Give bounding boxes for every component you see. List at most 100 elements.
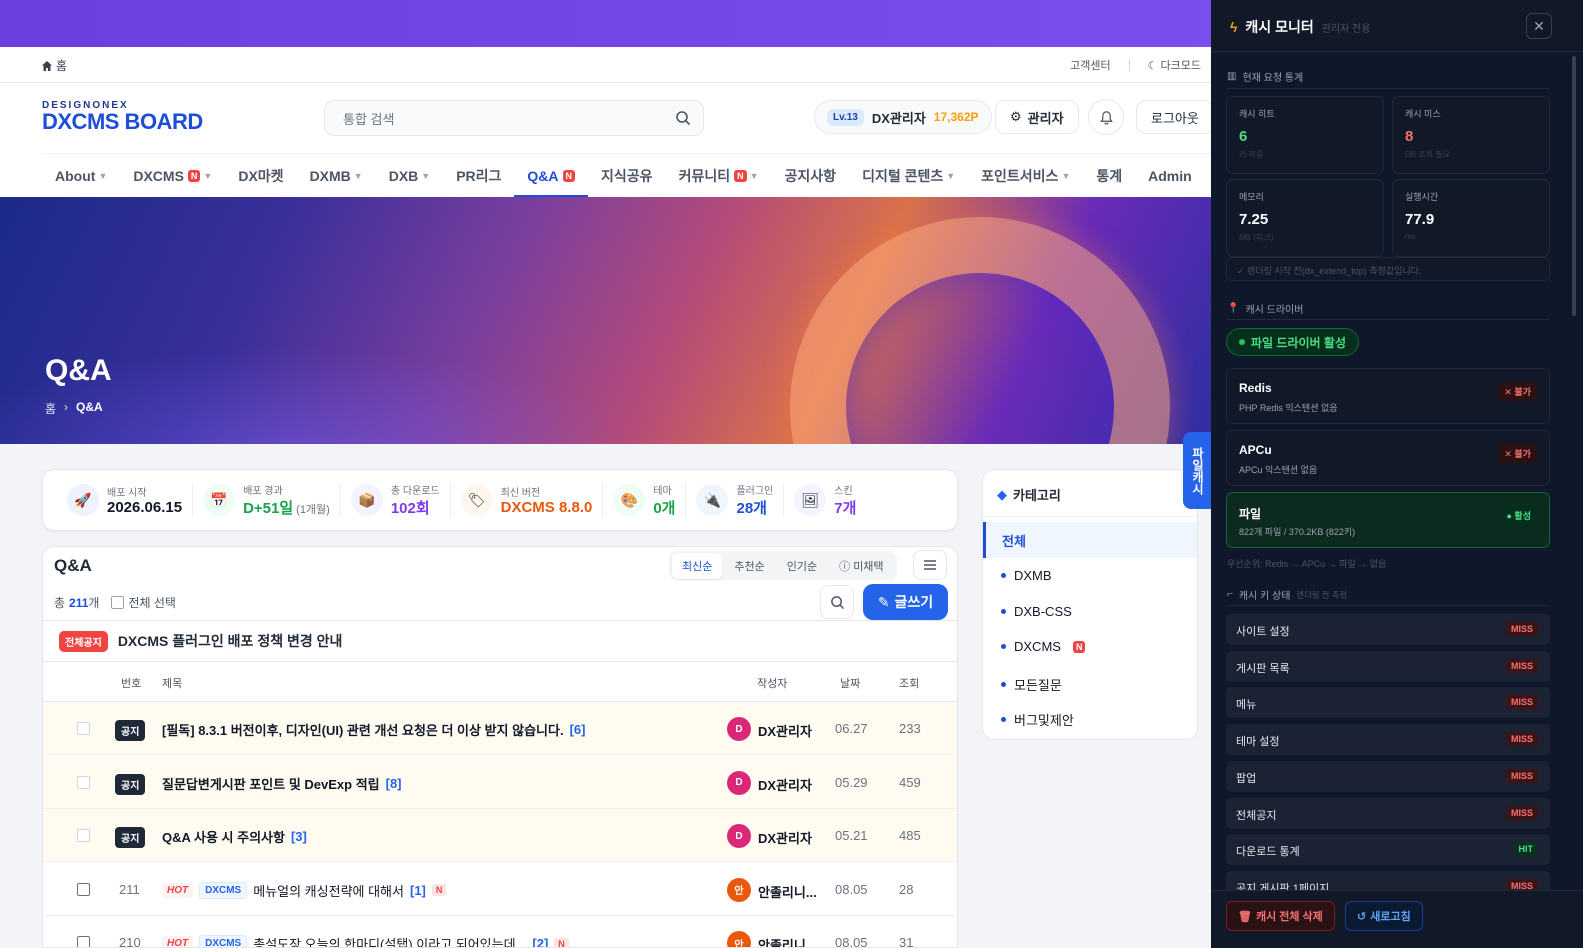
user-chip[interactable]: Lv.13 DX관리자 17,362P [814,100,992,134]
category-item-all[interactable]: 전체 [983,522,1197,558]
row-checkbox[interactable] [77,882,90,896]
section-keys-label: 캐시 키 상태 [1238,591,1291,602]
author-name[interactable]: 안졸리니... [758,882,817,901]
home-link[interactable]: 홈 [41,57,67,74]
board-search-button[interactable] [820,585,854,619]
metric-card: 실행시간 77.9 ms [1392,179,1550,257]
caret-down-icon: ▼ [946,170,956,181]
site-logo[interactable]: DESIGNONEX DXCMS BOARD [42,100,203,133]
metric-sub: 키 적중 [1239,150,1264,159]
metric-card: 캐시 히트 6 키 적중 [1226,96,1384,174]
post-date: 05.29 [835,774,868,790]
col-author: 작성자 [757,678,788,690]
category-item[interactable]: DXCMS N [1001,639,1086,654]
cache-key-item: 사이트 설정 MISS [1226,614,1550,645]
row-checkbox[interactable] [77,936,90,947]
metric-sub: DB 조회 필요 [1405,150,1450,159]
status-dot-icon [1239,339,1245,345]
post-title-cell[interactable]: [필독] 8.3.1 버전이후, 디자인(UI) 관련 개선 요청은 더 이상 … [162,720,585,739]
category-item[interactable]: 버그및제안 [1001,710,1074,729]
close-button[interactable]: ✕ [1526,13,1552,39]
category-header: ◆ 카테고리 [997,485,1061,504]
nav-item-13[interactable]: Admin [1135,154,1205,198]
stat-item: 🎨 테마 0개 [603,483,687,518]
nav-item-1[interactable]: DXCMS N ▼ [120,154,225,198]
nav-item-10[interactable]: 디지털 콘텐츠 ▼ [849,154,968,198]
post-title-cell[interactable]: 질문답변게시판 포인트 및 DevExp 적립 [8] [162,774,402,793]
stat-value: 0개 [653,500,676,517]
moon-icon: ☾ [1147,59,1158,72]
nav-item-11[interactable]: 포인트서비스 ▼ [968,154,1083,198]
author-name[interactable]: DX관리자 [758,721,812,740]
sort-tab-latest[interactable]: 최신순 [672,552,723,579]
stat-item: 📦 총 다운로드 102회 [341,483,451,517]
nav-item-2[interactable]: DX마켓 [225,154,296,198]
post-title-cell[interactable]: Q&A 사용 시 주의사항 [3] [162,827,307,846]
stat-label: 스킨 [834,486,853,497]
scrollbar[interactable] [1572,56,1576,316]
post-title-cell[interactable]: HOT DXCMS 총설도장 오늘의 한마디(설탭) 이라고 되어있는데... [2]… [162,934,569,947]
nav-item-4[interactable]: DXB ▼ [376,154,443,198]
author-name[interactable]: DX관리자 [758,828,812,847]
list-menu-button[interactable] [913,550,947,580]
category-item[interactable]: DXMB [1001,568,1052,583]
nav-item-6[interactable]: Q&A N [514,154,588,198]
nav-item-9[interactable]: 공지사항 [772,154,850,198]
search-input[interactable]: 통합 검색 [324,100,704,136]
breadcrumb-home[interactable]: 홈 [45,400,56,417]
priority-text: 우선순위: Redis → APCu → 파일 → 없음 [1227,559,1387,569]
author-name[interactable]: 안졸리니... [758,935,817,947]
table-row[interactable]: 210 HOT DXCMS 총설도장 오늘의 한마디(설탭) 이라고 되어있는데...… [43,916,957,947]
row-checkbox[interactable] [77,722,90,735]
global-notice[interactable]: 전체공지 DXCMS 플러그인 배포 정책 변경 안내 [43,620,957,662]
notification-button[interactable] [1088,99,1124,135]
table-row[interactable]: 공지 Q&A 사용 시 주의사항 [3] D DX관리자 05.21 485 [43,809,957,862]
nav-label: DX마켓 [238,167,284,184]
admin-button[interactable]: ⚙ 관리자 [995,100,1079,134]
utility-bar: 홈 고객센터 ☾ 다크모드 [0,47,1225,83]
sort-tab-popular[interactable]: 인기순 [777,553,827,579]
category-item[interactable]: 모든질문 [1001,675,1062,694]
nav-label: Admin [1148,167,1192,184]
metric-value: 6 [1239,128,1248,145]
sort-tab-recommended[interactable]: 추천순 [724,553,774,579]
author-name[interactable]: DX관리자 [758,775,812,794]
support-link[interactable]: 고객센터 [1070,57,1110,73]
table-row[interactable]: 공지 [필독] 8.3.1 버전이후, 디자인(UI) 관련 개선 요청은 더 이… [43,702,957,755]
stat-value-row: 102회 [391,497,440,518]
comment-count: [8] [385,775,402,791]
nav-item-12[interactable]: 통계 [1083,154,1135,198]
row-checkbox[interactable] [77,775,90,789]
driver-card: 파일 822개 파일 / 370.2KB (822키) ● 활성 [1226,492,1550,548]
category-label: DXCMS [1014,639,1061,654]
row-checkbox[interactable] [77,829,90,842]
stat-label: 배포 경과 [243,486,283,497]
table-row[interactable]: 211 HOT DXCMS 메뉴얼의 캐싱전략에 대해서 [1] N 안 안졸리니... 08.… [43,863,957,916]
select-all-checkbox[interactable] [111,596,125,609]
nav-item-5[interactable]: PR리그 [443,154,514,198]
driver-desc: PHP Redis 익스텐션 없음 [1239,403,1338,413]
board-title: Q&A [54,556,92,575]
search-icon[interactable] [675,110,691,126]
write-button[interactable]: ✎ 글쓰기 [863,584,948,620]
refresh-label: 새로고침 [1370,911,1411,923]
table-row[interactable]: 공지 질문답변게시판 포인트 및 DevExp 적립 [8] D DX관리자 05.29 4… [43,755,957,809]
file-cache-side-tab[interactable]: 파일 캐시 [1183,432,1211,509]
sort-tab-unadopted[interactable]: ⓘ 미채택 [829,553,893,579]
post-title: Q&A 사용 시 주의사항 [162,830,285,845]
cache-title-row: ϟ 캐시 모니터 관리자 전용 [1230,17,1371,37]
logout-button[interactable]: 로그아웃 [1136,100,1214,134]
post-title-cell[interactable]: HOT DXCMS 메뉴얼의 캐싱전략에 대해서 [1] N [162,881,447,900]
stat-value-row: 0개 [653,497,675,518]
nav-item-8[interactable]: 커뮤니티 N ▼ [666,154,772,198]
refresh-button[interactable]: ↺ 새로고침 [1345,901,1423,931]
avatar: D [727,717,751,741]
category-item[interactable]: DXB-CSS [1001,604,1072,619]
clear-cache-button[interactable]: 🗑 캐시 전체 삭제 [1226,901,1335,931]
darkmode-toggle[interactable]: ☾ 다크모드 [1148,57,1201,73]
stat-text: 배포 시작 2026.06.15 [107,484,182,516]
main-nav: About ▼ DXCMS N ▼ DX마켓 DXMB ▼ DXB ▼ PR리그 Q&A N 지식공유 커뮤… [42,153,1212,198]
nav-item-0[interactable]: About ▼ [42,154,120,198]
nav-item-3[interactable]: DXMB ▼ [297,154,376,198]
nav-item-7[interactable]: 지식공유 [588,154,666,198]
